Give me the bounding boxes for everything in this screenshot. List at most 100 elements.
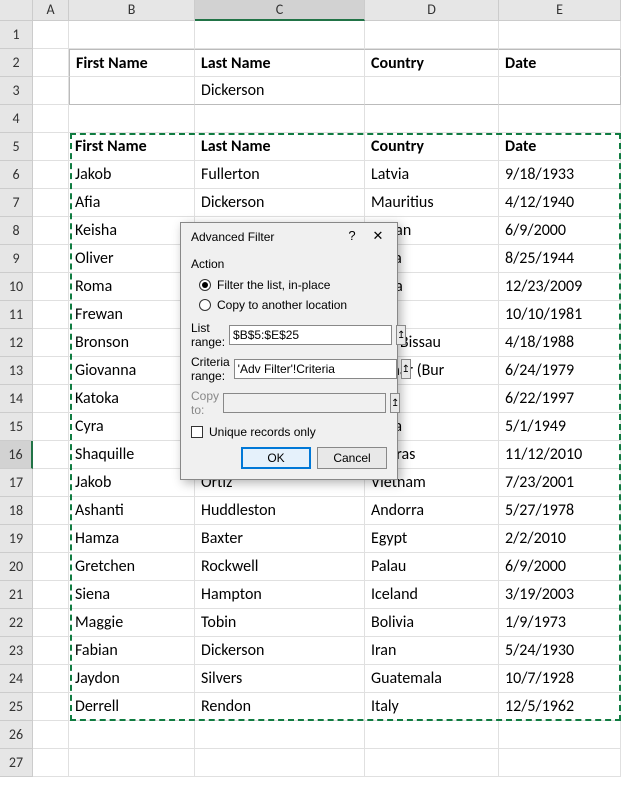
row-header[interactable]: 21 bbox=[0, 581, 33, 609]
row-header[interactable]: 17 bbox=[0, 469, 33, 497]
radio-copy-location[interactable]: Copy to another location bbox=[191, 295, 387, 315]
cell-B24[interactable]: Jaydon bbox=[69, 665, 195, 693]
row-header[interactable]: 26 bbox=[0, 721, 33, 749]
cell-E24[interactable]: 10/7/1928 bbox=[499, 665, 621, 693]
cell-E21[interactable]: 3/19/2003 bbox=[499, 581, 621, 609]
close-button[interactable]: ✕ bbox=[365, 226, 391, 248]
cell-E27[interactable] bbox=[499, 749, 621, 777]
cell-A12[interactable] bbox=[33, 329, 69, 357]
cell-C18[interactable]: Huddleston bbox=[195, 497, 365, 525]
ok-button[interactable]: OK bbox=[241, 447, 311, 469]
cell-C7[interactable]: Dickerson bbox=[195, 189, 365, 217]
cell-A25[interactable] bbox=[33, 693, 69, 721]
cell-D4[interactable] bbox=[365, 105, 499, 133]
row-header[interactable]: 5 bbox=[0, 133, 33, 161]
row-header[interactable]: 27 bbox=[0, 749, 33, 777]
cell-E15[interactable]: 5/1/1949 bbox=[499, 413, 621, 441]
row-header[interactable]: 6 bbox=[0, 161, 33, 189]
cell-A23[interactable] bbox=[33, 637, 69, 665]
cell-C4[interactable] bbox=[195, 105, 365, 133]
cell-B21[interactable]: Siena bbox=[69, 581, 195, 609]
cell-B7[interactable]: Afia bbox=[69, 189, 195, 217]
cell-A6[interactable] bbox=[33, 161, 69, 189]
cell-D2[interactable]: Country bbox=[365, 49, 499, 77]
help-button[interactable]: ? bbox=[339, 226, 365, 248]
cell-B6[interactable]: Jakob bbox=[69, 161, 195, 189]
cell-A8[interactable] bbox=[33, 217, 69, 245]
cell-D19[interactable]: Egypt bbox=[365, 525, 499, 553]
cell-C24[interactable]: Silvers bbox=[195, 665, 365, 693]
column-header-C[interactable]: C bbox=[195, 0, 365, 21]
cell-B5[interactable]: First Name bbox=[69, 133, 195, 161]
cell-E12[interactable]: 4/18/1988 bbox=[499, 329, 621, 357]
cell-A17[interactable] bbox=[33, 469, 69, 497]
cell-B22[interactable]: Maggie bbox=[69, 609, 195, 637]
cell-D3[interactable] bbox=[365, 77, 499, 105]
cell-A21[interactable] bbox=[33, 581, 69, 609]
cell-A3[interactable] bbox=[33, 77, 69, 105]
row-header[interactable]: 22 bbox=[0, 609, 33, 637]
cell-A13[interactable] bbox=[33, 357, 69, 385]
cell-C22[interactable]: Tobin bbox=[195, 609, 365, 637]
cell-C6[interactable]: Fullerton bbox=[195, 161, 365, 189]
column-header-E[interactable]: E bbox=[499, 0, 621, 21]
collapse-dialog-icon[interactable]: ↥ bbox=[401, 359, 411, 379]
cell-A27[interactable] bbox=[33, 749, 69, 777]
cell-B3[interactable] bbox=[69, 77, 195, 105]
cell-E16[interactable]: 11/12/2010 bbox=[499, 441, 621, 469]
cell-D27[interactable] bbox=[365, 749, 499, 777]
cell-A26[interactable] bbox=[33, 721, 69, 749]
cell-E25[interactable]: 12/5/1962 bbox=[499, 693, 621, 721]
cell-B1[interactable] bbox=[69, 21, 195, 49]
cell-C3[interactable]: Dickerson bbox=[195, 77, 365, 105]
cell-A7[interactable] bbox=[33, 189, 69, 217]
cell-B25[interactable]: Derrell bbox=[69, 693, 195, 721]
cell-D26[interactable] bbox=[365, 721, 499, 749]
cell-E22[interactable]: 1/9/1973 bbox=[499, 609, 621, 637]
cell-B20[interactable]: Gretchen bbox=[69, 553, 195, 581]
row-header[interactable]: 15 bbox=[0, 413, 33, 441]
unique-records-checkbox[interactable]: Unique records only bbox=[191, 425, 387, 439]
cell-B26[interactable] bbox=[69, 721, 195, 749]
cancel-button[interactable]: Cancel bbox=[317, 447, 387, 469]
cell-B10[interactable]: Roma bbox=[69, 273, 195, 301]
cell-C23[interactable]: Dickerson bbox=[195, 637, 365, 665]
cell-E13[interactable]: 6/24/1979 bbox=[499, 357, 621, 385]
cell-B2[interactable]: First Name bbox=[69, 49, 195, 77]
row-header[interactable]: 20 bbox=[0, 553, 33, 581]
row-header[interactable]: 25 bbox=[0, 693, 33, 721]
cell-E3[interactable] bbox=[499, 77, 621, 105]
cell-A4[interactable] bbox=[33, 105, 69, 133]
row-header[interactable]: 19 bbox=[0, 525, 33, 553]
row-header[interactable]: 7 bbox=[0, 189, 33, 217]
cell-E7[interactable]: 4/12/1940 bbox=[499, 189, 621, 217]
cell-E14[interactable]: 6/22/1997 bbox=[499, 385, 621, 413]
cell-E26[interactable] bbox=[499, 721, 621, 749]
cell-E2[interactable]: Date bbox=[499, 49, 621, 77]
cell-E11[interactable]: 10/10/1981 bbox=[499, 301, 621, 329]
cell-B11[interactable]: Frewan bbox=[69, 301, 195, 329]
cell-C21[interactable]: Hampton bbox=[195, 581, 365, 609]
cell-B16[interactable]: Shaquille bbox=[69, 441, 195, 469]
cell-C26[interactable] bbox=[195, 721, 365, 749]
cell-A14[interactable] bbox=[33, 385, 69, 413]
cell-C19[interactable]: Baxter bbox=[195, 525, 365, 553]
cell-C5[interactable]: Last Name bbox=[195, 133, 365, 161]
cell-A9[interactable] bbox=[33, 245, 69, 273]
row-header[interactable]: 3 bbox=[0, 77, 33, 105]
cell-E1[interactable] bbox=[499, 21, 621, 49]
row-header[interactable]: 8 bbox=[0, 217, 33, 245]
row-header[interactable]: 24 bbox=[0, 665, 33, 693]
radio-filter-inplace[interactable]: Filter the list, in-place bbox=[191, 275, 387, 295]
cell-E4[interactable] bbox=[499, 105, 621, 133]
cell-B18[interactable]: Ashanti bbox=[69, 497, 195, 525]
cell-D18[interactable]: Andorra bbox=[365, 497, 499, 525]
cell-A19[interactable] bbox=[33, 525, 69, 553]
row-header[interactable]: 9 bbox=[0, 245, 33, 273]
row-header[interactable]: 10 bbox=[0, 273, 33, 301]
cell-B14[interactable]: Katoka bbox=[69, 385, 195, 413]
row-header[interactable]: 18 bbox=[0, 497, 33, 525]
cell-A20[interactable] bbox=[33, 553, 69, 581]
cell-E9[interactable]: 8/25/1944 bbox=[499, 245, 621, 273]
cell-B17[interactable]: Jakob bbox=[69, 469, 195, 497]
